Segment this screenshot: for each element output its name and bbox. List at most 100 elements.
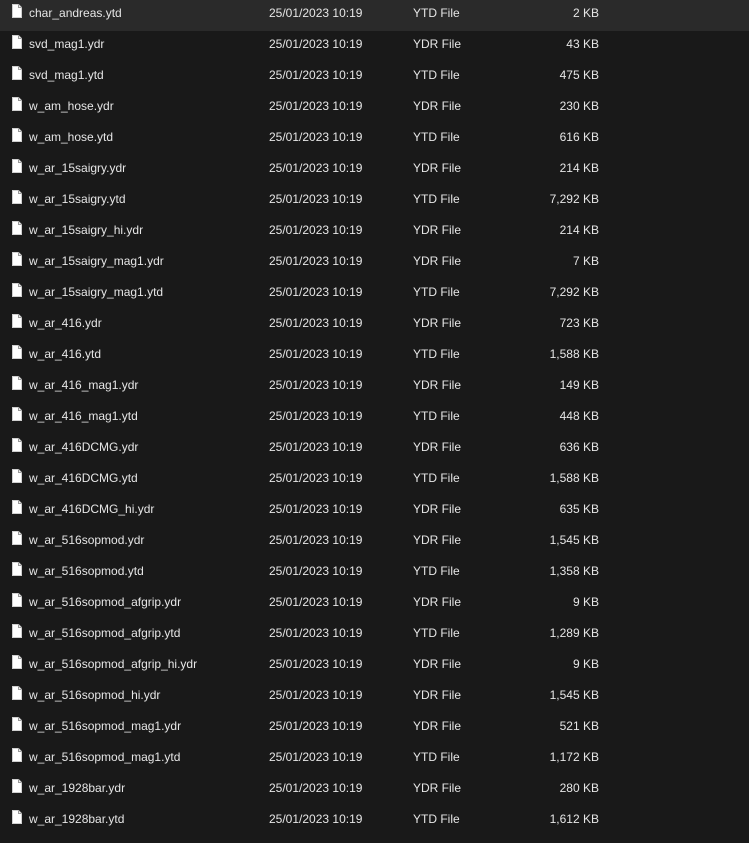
- file-size: 214 KB: [559, 161, 599, 175]
- file-row[interactable]: w_ar_516sopmod_afgrip.ydr 25/01/2023 10:…: [0, 589, 749, 620]
- file-type: YDR File: [413, 254, 462, 268]
- file-icon: [12, 779, 22, 793]
- file-row[interactable]: w_ar_416_mag1.ytd 25/01/2023 10:19 YTD F…: [0, 403, 749, 434]
- file-row[interactable]: w_ar_416DCMG.ydr 25/01/2023 10:19 YDR Fi…: [0, 434, 749, 465]
- file-row[interactable]: w_ar_516sopmod_afgrip.ytd 25/01/2023 10:…: [0, 620, 749, 651]
- file-row[interactable]: w_ar_416.ydr 25/01/2023 10:19 YDR File 7…: [0, 310, 749, 341]
- file-name: w_ar_416DCMG.ytd: [29, 471, 138, 485]
- file-icon: [12, 624, 22, 638]
- file-date-modified: 25/01/2023 10:19: [269, 223, 363, 237]
- file-size: 9 KB: [572, 595, 599, 609]
- file-size: 9 KB: [572, 657, 599, 671]
- file-name: w_ar_1928bar.ydr: [29, 781, 126, 795]
- file-row[interactable]: w_ar_516sopmod.ydr 25/01/2023 10:19 YDR …: [0, 527, 749, 558]
- file-row[interactable]: w_ar_416DCMG.ytd 25/01/2023 10:19 YTD Fi…: [0, 465, 749, 496]
- file-date-modified: 25/01/2023 10:19: [269, 254, 363, 268]
- file-type: YDR File: [413, 533, 462, 547]
- file-date-modified: 25/01/2023 10:19: [269, 192, 363, 206]
- file-size: 214 KB: [559, 223, 599, 237]
- file-date-modified: 25/01/2023 10:19: [269, 781, 363, 795]
- file-name: w_ar_416.ydr: [29, 316, 102, 330]
- file-type: YDR File: [413, 316, 462, 330]
- file-size: 1,545 KB: [549, 533, 599, 547]
- file-row[interactable]: w_ar_416_mag1.ydr 25/01/2023 10:19 YDR F…: [0, 372, 749, 403]
- file-name: w_ar_15saigry_mag1.ydr: [29, 254, 164, 268]
- file-type: YDR File: [413, 595, 462, 609]
- file-row[interactable]: w_ar_15saigry_mag1.ytd 25/01/2023 10:19 …: [0, 279, 749, 310]
- file-size: 636 KB: [559, 440, 599, 454]
- file-icon: [12, 283, 22, 297]
- file-type: YTD File: [413, 409, 460, 423]
- file-size: 475 KB: [559, 68, 599, 82]
- file-type: YTD File: [413, 564, 460, 578]
- file-name: w_ar_15saigry.ydr: [29, 161, 127, 175]
- file-row[interactable]: w_ar_516sopmod_hi.ydr 25/01/2023 10:19 Y…: [0, 682, 749, 713]
- file-size: 635 KB: [559, 502, 599, 516]
- file-name: w_ar_15saigry.ytd: [29, 192, 126, 206]
- file-name: w_am_hose.ydr: [29, 99, 114, 113]
- file-size: 43 KB: [566, 37, 599, 51]
- file-name: w_ar_416_mag1.ytd: [29, 409, 138, 423]
- file-row[interactable]: w_ar_416DCMG_hi.ydr 25/01/2023 10:19 YDR…: [0, 496, 749, 527]
- file-row[interactable]: w_ar_516sopmod_afgrip_hi.ydr 25/01/2023 …: [0, 651, 749, 682]
- file-name: svd_mag1.ytd: [29, 68, 104, 82]
- file-size: 1,358 KB: [549, 564, 599, 578]
- file-date-modified: 25/01/2023 10:19: [269, 595, 363, 609]
- file-date-modified: 25/01/2023 10:19: [269, 161, 363, 175]
- file-type: YDR File: [413, 378, 462, 392]
- file-row[interactable]: w_ar_1928bar.ydr 25/01/2023 10:19 YDR Fi…: [0, 775, 749, 806]
- file-row[interactable]: w_am_hose.ydr 25/01/2023 10:19 YDR File …: [0, 93, 749, 124]
- file-type: YDR File: [413, 99, 462, 113]
- file-icon: [12, 531, 22, 545]
- file-icon: [12, 655, 22, 669]
- file-row[interactable]: svd_mag1.ytd 25/01/2023 10:19 YTD File 4…: [0, 62, 749, 93]
- file-row[interactable]: w_ar_15saigry.ytd 25/01/2023 10:19 YTD F…: [0, 186, 749, 217]
- file-row[interactable]: w_ar_15saigry_mag1.ydr 25/01/2023 10:19 …: [0, 248, 749, 279]
- file-date-modified: 25/01/2023 10:19: [269, 68, 363, 82]
- file-row[interactable]: w_ar_15saigry_hi.ydr 25/01/2023 10:19 YD…: [0, 217, 749, 248]
- file-icon: [12, 562, 22, 576]
- file-date-modified: 25/01/2023 10:19: [269, 719, 363, 733]
- file-date-modified: 25/01/2023 10:19: [269, 750, 363, 764]
- file-row[interactable]: w_ar_15saigry.ydr 25/01/2023 10:19 YDR F…: [0, 155, 749, 186]
- file-type: YDR File: [413, 502, 462, 516]
- file-type: YTD File: [413, 750, 460, 764]
- file-row[interactable]: char_andreas.ytd 25/01/2023 10:19 YTD Fi…: [0, 0, 749, 31]
- file-name: w_ar_516sopmod_afgrip.ydr: [29, 595, 182, 609]
- file-row[interactable]: w_ar_516sopmod_mag1.ydr 25/01/2023 10:19…: [0, 713, 749, 744]
- file-name: w_ar_516sopmod_mag1.ytd: [29, 750, 181, 764]
- file-row[interactable]: w_am_hose.ytd 25/01/2023 10:19 YTD File …: [0, 124, 749, 155]
- file-name: w_am_hose.ytd: [29, 130, 114, 144]
- file-date-modified: 25/01/2023 10:19: [269, 502, 363, 516]
- file-icon: [12, 190, 22, 204]
- file-date-modified: 25/01/2023 10:19: [269, 37, 363, 51]
- file-icon: [12, 35, 22, 49]
- file-icon: [12, 593, 22, 607]
- file-size: 1,289 KB: [549, 626, 599, 640]
- file-name: char_andreas.ytd: [29, 6, 122, 20]
- file-size: 1,588 KB: [549, 347, 599, 361]
- file-type: YTD File: [413, 347, 460, 361]
- file-type: YTD File: [413, 285, 460, 299]
- file-type: YTD File: [413, 6, 460, 20]
- file-type: YTD File: [413, 471, 460, 485]
- file-icon: [12, 66, 22, 80]
- file-row[interactable]: w_ar_516sopmod.ytd 25/01/2023 10:19 YTD …: [0, 558, 749, 589]
- file-row[interactable]: w_ar_1928bar.ytd 25/01/2023 10:19 YTD Fi…: [0, 806, 749, 837]
- file-icon: [12, 345, 22, 359]
- file-type: YDR File: [413, 688, 462, 702]
- file-row[interactable]: w_ar_416.ytd 25/01/2023 10:19 YTD File 1…: [0, 341, 749, 372]
- file-name: w_ar_516sopmod_afgrip.ytd: [29, 626, 181, 640]
- file-icon: [12, 500, 22, 514]
- file-row[interactable]: svd_mag1.ydr 25/01/2023 10:19 YDR File 4…: [0, 31, 749, 62]
- file-list: char_andreas.ytd 25/01/2023 10:19 YTD Fi…: [0, 0, 749, 843]
- file-name: w_ar_516sopmod_afgrip_hi.ydr: [29, 657, 198, 671]
- file-date-modified: 25/01/2023 10:19: [269, 6, 363, 20]
- file-date-modified: 25/01/2023 10:19: [269, 688, 363, 702]
- file-size: 1,545 KB: [549, 688, 599, 702]
- file-size: 7 KB: [572, 254, 599, 268]
- file-row[interactable]: w_ar_516sopmod_mag1.ytd 25/01/2023 10:19…: [0, 744, 749, 775]
- file-icon: [12, 376, 22, 390]
- file-type: YDR File: [413, 37, 462, 51]
- file-date-modified: 25/01/2023 10:19: [269, 812, 363, 826]
